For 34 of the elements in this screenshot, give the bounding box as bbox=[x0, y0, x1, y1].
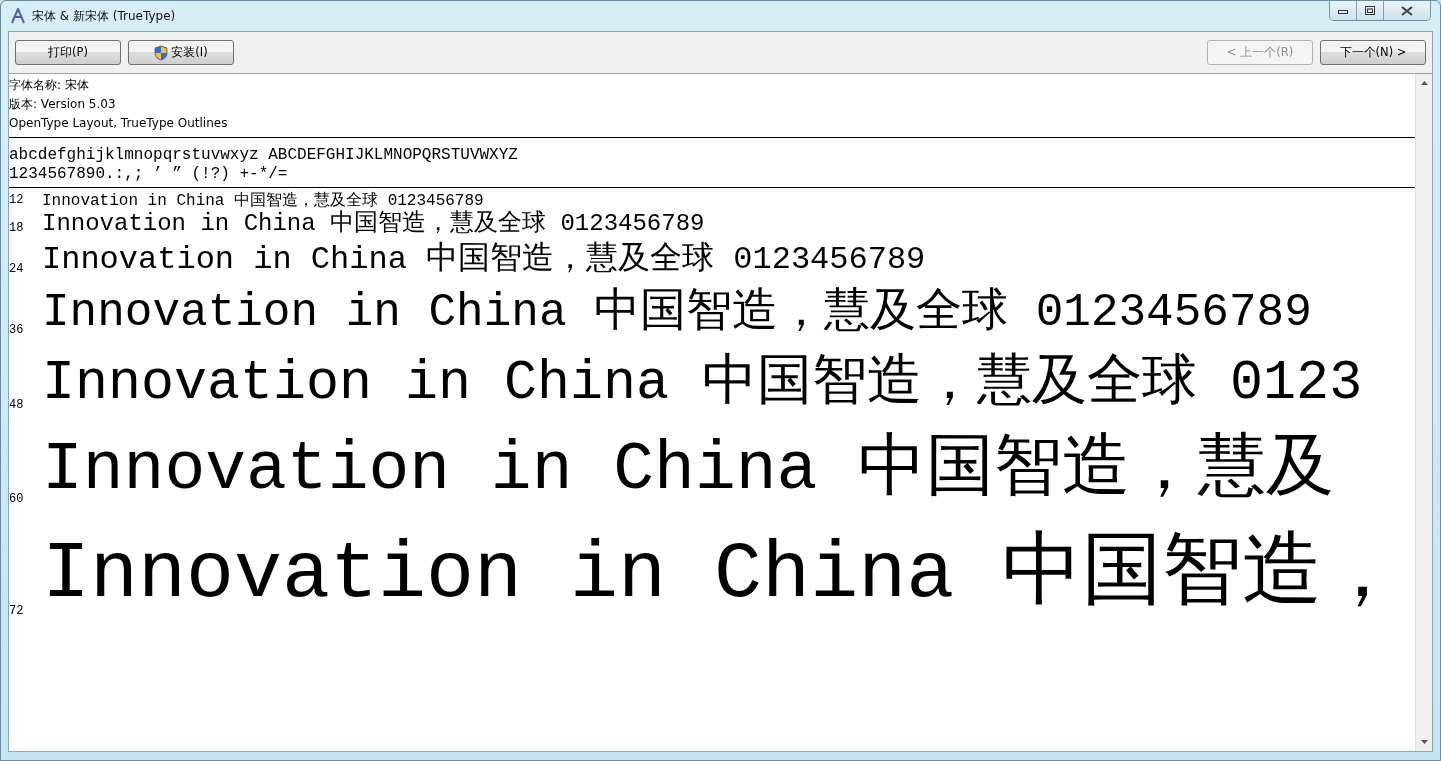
sample-text: Innovation in China 中国智造，慧及全球 0123456789 bbox=[42, 242, 926, 279]
sample-text: Innovation in China 中国智造， bbox=[42, 529, 1403, 622]
size-label: 18 bbox=[9, 221, 25, 237]
scrollbar[interactable] bbox=[1415, 74, 1432, 751]
maximize-button[interactable] bbox=[1357, 1, 1384, 20]
font-info-text: 版本: Version 5.03 bbox=[9, 96, 117, 113]
font-info-text: OpenType Layout, TrueType Outlines bbox=[9, 115, 229, 132]
font-info-text: 字体名称: 宋体 bbox=[9, 77, 90, 94]
size-label: 72 bbox=[9, 604, 25, 621]
next-button[interactable]: 下一个(N) > bbox=[1320, 40, 1426, 65]
print-button[interactable]: 打印(P) bbox=[15, 40, 121, 65]
sample-text: Innovation in China 中国智造，慧及 bbox=[42, 430, 1335, 510]
sample-text: Innovation in China 中国智造，慧及全球 0123456789 bbox=[42, 192, 484, 210]
size-label: 60 bbox=[9, 492, 25, 509]
character-sample: 1234567890.:,; ’ ” (!?) +-*/= bbox=[9, 165, 289, 184]
install-button[interactable]: 安装(I) bbox=[128, 40, 234, 65]
character-sample: abcdefghijklmnopqrstuvwxyz ABCDEFGHIJKLMNOPQRSTUVWXYZ bbox=[9, 146, 519, 165]
scroll-up-icon[interactable] bbox=[1420, 81, 1428, 85]
size-label: 24 bbox=[9, 261, 25, 278]
size-label: 48 bbox=[9, 397, 25, 414]
scroll-down-icon[interactable] bbox=[1420, 740, 1428, 744]
close-icon bbox=[1401, 5, 1413, 16]
size-label: 36 bbox=[9, 322, 25, 339]
window-title: 宋体 & 新宋体 (TrueType) bbox=[32, 7, 176, 25]
sample-text: Innovation in China 中国智造，慧及全球 0123456789 bbox=[42, 210, 705, 238]
size-label: 12 bbox=[9, 193, 25, 210]
shield-icon bbox=[154, 44, 169, 61]
minimize-button[interactable] bbox=[1330, 1, 1357, 20]
close-button[interactable] bbox=[1384, 1, 1430, 20]
sample-text: Innovation in China 中国智造，慧及全球 0123456789 bbox=[42, 286, 1312, 340]
minimize-icon bbox=[1338, 7, 1348, 14]
maximize-icon bbox=[1365, 6, 1375, 15]
sample-text: Innovation in China 中国智造，慧及全球 0123 bbox=[42, 351, 1363, 415]
font-icon bbox=[10, 8, 26, 24]
